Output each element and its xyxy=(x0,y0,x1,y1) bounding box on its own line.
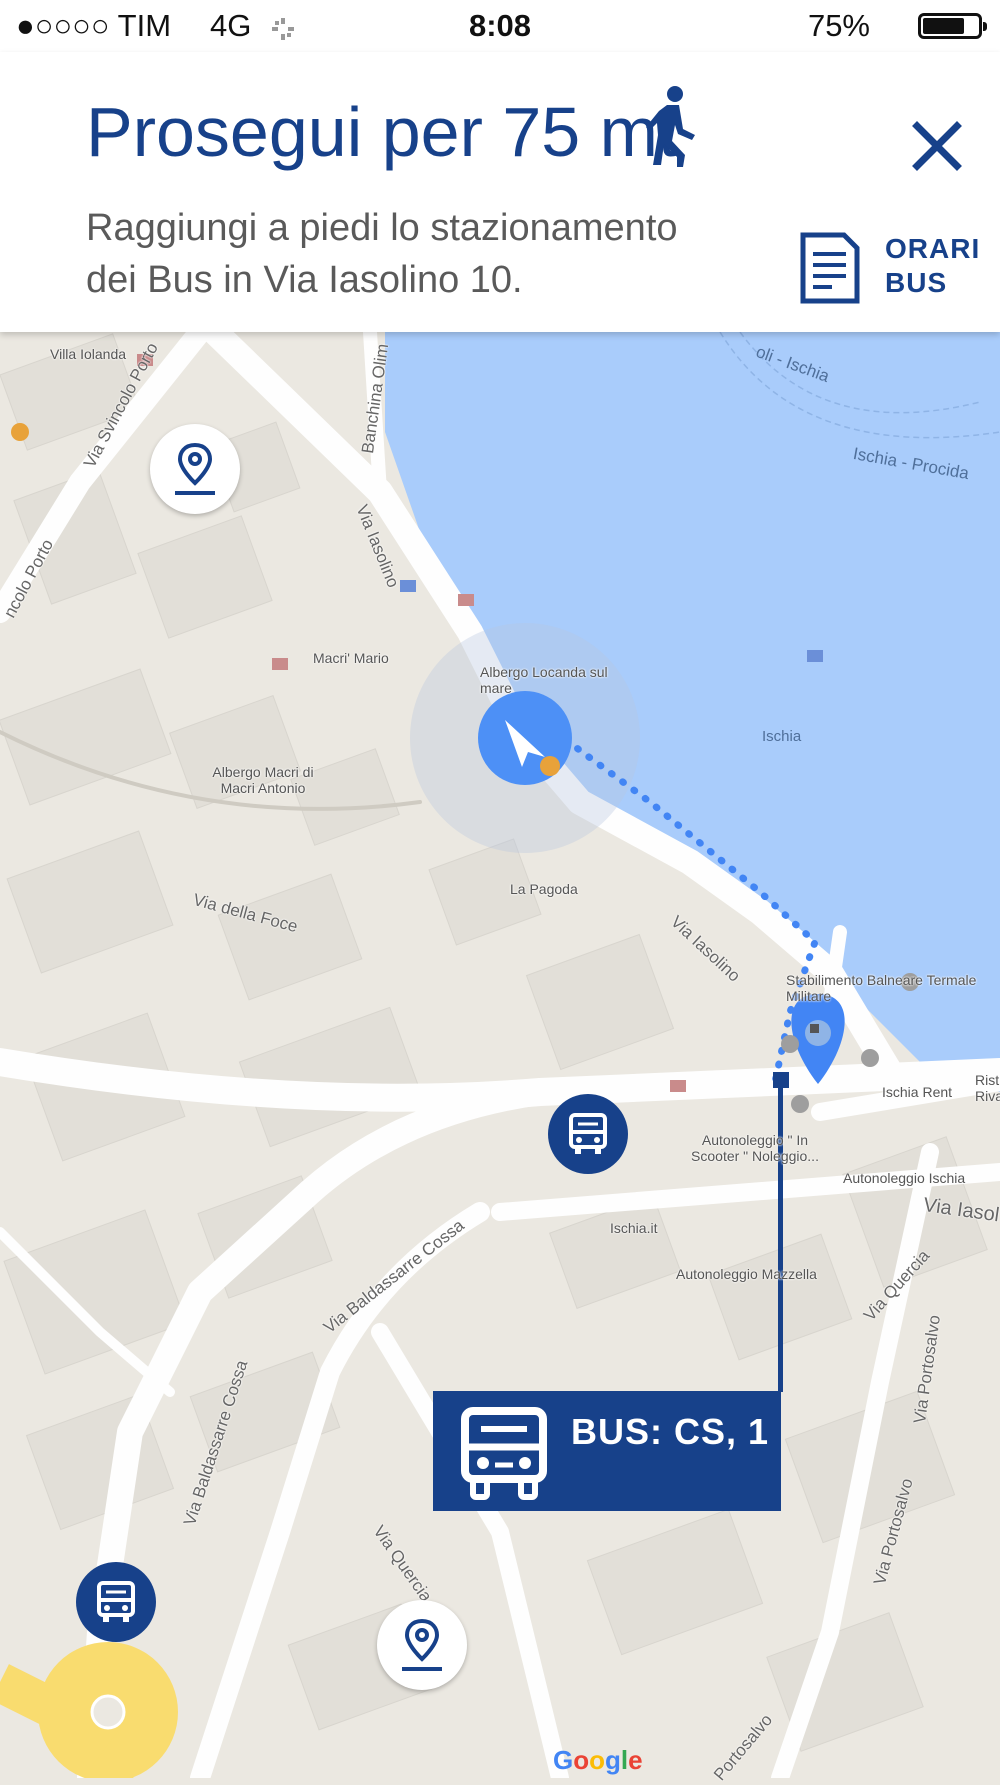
bus-line-callout[interactable]: BUS: CS, 1 xyxy=(433,1391,781,1511)
bus-icon xyxy=(569,1113,607,1154)
instruction-title: Prosegui per 75 mt xyxy=(86,93,678,171)
location-pin-icon xyxy=(402,1618,442,1671)
location-pin-button[interactable] xyxy=(377,1600,467,1690)
orari-bus-button[interactable]: ORARI BUS xyxy=(800,232,985,312)
instruction-subtitle: Raggiungi a piedi lo stazionamento dei B… xyxy=(86,202,726,306)
status-bar: ●○○○○ TIM 4G 8:08 75% xyxy=(0,0,1000,52)
google-logo: Google xyxy=(553,1745,643,1776)
poi-label: Autonoleggio " In Scooter " Noleggio... xyxy=(691,1132,819,1164)
google-letter: o xyxy=(589,1745,606,1775)
subtitle-line: dei Bus in Via Iasolino 10. xyxy=(86,259,523,301)
poi-label: Albergo Macri di Macri Antonio xyxy=(212,764,314,796)
navigation-instruction-card: Prosegui per 75 mt Raggiungi a piedi lo … xyxy=(0,52,1000,332)
subtitle-line: Raggiungi a piedi lo stazionamento xyxy=(86,207,678,249)
bus-icon xyxy=(97,1581,135,1622)
document-icon xyxy=(800,232,860,304)
google-letter: o xyxy=(573,1745,590,1775)
close-button[interactable] xyxy=(895,104,979,188)
walking-person-icon xyxy=(646,86,695,167)
orari-line: ORARI xyxy=(885,233,981,264)
poi-label: Autonoleggio Mazzella xyxy=(676,1266,817,1282)
poi-label: Albergo Locanda sul mare xyxy=(480,664,608,696)
bus-stop-marker[interactable] xyxy=(76,1562,156,1642)
poi-label: Rist Riva xyxy=(975,1072,1000,1104)
orari-bus-label: ORARI BUS xyxy=(885,232,985,300)
location-pin-icon xyxy=(175,442,215,495)
poi-label: Ischia Rent xyxy=(882,1084,953,1100)
close-icon xyxy=(912,121,962,171)
poi-label: Autonoleggio Ischia xyxy=(843,1170,966,1186)
google-letter: G xyxy=(553,1745,574,1775)
location-pin-button[interactable] xyxy=(150,424,240,514)
bus-line: BUS xyxy=(885,267,948,298)
poi-label: Villa Iolanda xyxy=(50,346,127,362)
battery-icon xyxy=(918,13,987,39)
google-letter: e xyxy=(628,1745,643,1775)
google-letter: g xyxy=(605,1745,621,1775)
port-label: Ischia xyxy=(762,728,802,745)
bus-stop-marker[interactable] xyxy=(548,1094,628,1174)
bus-line-label: BUS: CS, 1 xyxy=(571,1411,770,1452)
poi-label: La Pagoda xyxy=(510,881,578,897)
map-view[interactable]: Villa Iolanda Via Svincolo Porto ncolo P… xyxy=(0,332,1000,1784)
poi-label: Stabilimento Balneare Termale Militare xyxy=(786,972,977,1004)
poi-label: Macri' Mario xyxy=(313,650,389,666)
bus-icon xyxy=(461,1407,547,1500)
map-canvas xyxy=(0,332,1000,1778)
poi-label: Ischia.it xyxy=(610,1220,658,1236)
battery-percent: 75% xyxy=(807,8,870,43)
